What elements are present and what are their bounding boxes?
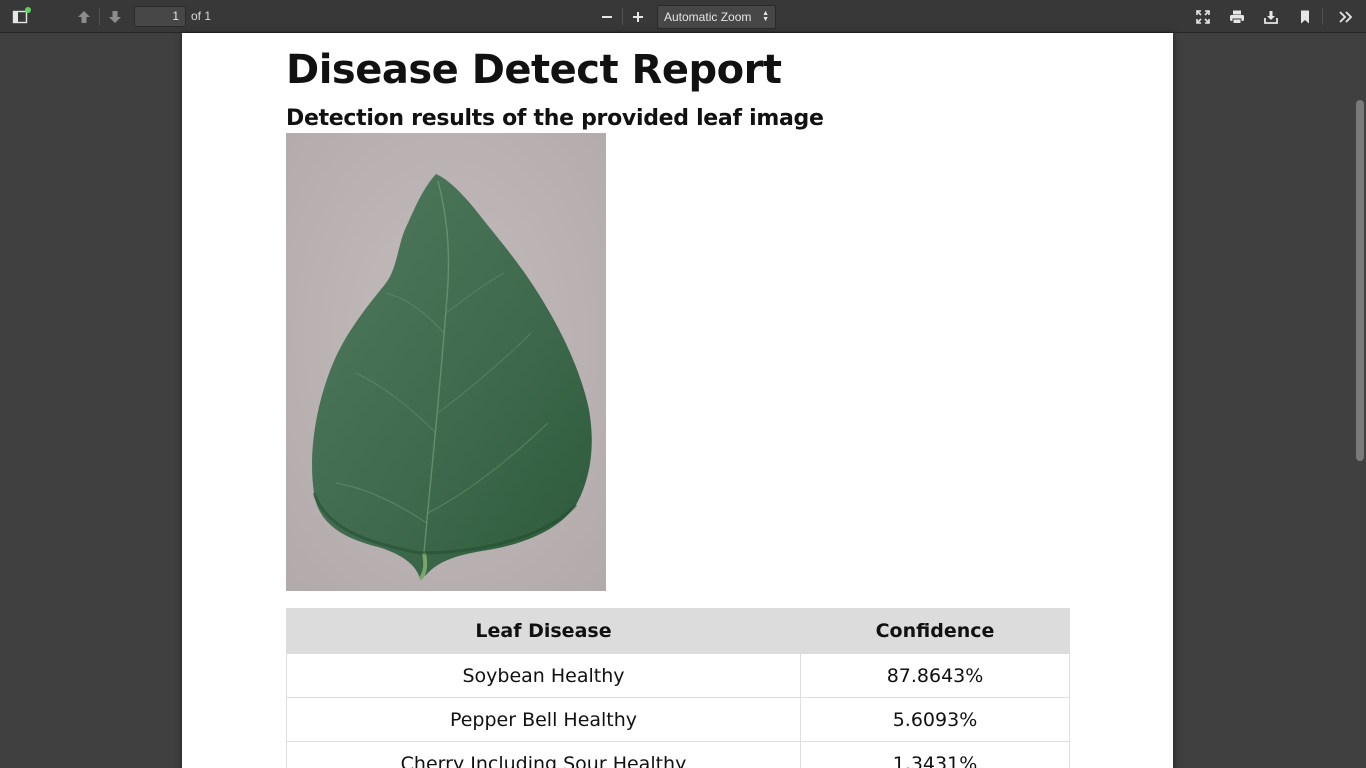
- download-icon: [1264, 10, 1278, 24]
- toolbar-separator: [622, 8, 623, 25]
- header-leaf-disease: Leaf Disease: [286, 608, 801, 654]
- confidence-cell: 1.3431%: [800, 741, 1070, 768]
- header-confidence: Confidence: [800, 608, 1070, 654]
- next-page-icon: [109, 10, 121, 23]
- zoom-in-icon: [633, 11, 643, 22]
- zoom-out-icon: [602, 15, 612, 18]
- zoom-in-button[interactable]: [625, 4, 651, 29]
- page-count-label: of 1: [191, 9, 212, 23]
- tools-button[interactable]: [1333, 4, 1359, 29]
- tools-icon: [1339, 10, 1353, 23]
- previous-page-button[interactable]: [71, 4, 97, 29]
- status-dot: [25, 7, 31, 13]
- table-row: Pepper Bell Healthy 5.6093%: [286, 697, 1070, 742]
- download-button[interactable]: [1258, 4, 1284, 29]
- next-page-button[interactable]: [102, 4, 128, 29]
- print-button[interactable]: [1224, 4, 1250, 29]
- page-number-input[interactable]: 1: [134, 6, 186, 27]
- bookmark-button[interactable]: [1292, 4, 1318, 29]
- pdf-toolbar: 1 of 1 Automatic Zoom ▲ ▼: [0, 0, 1366, 33]
- zoom-select[interactable]: Automatic Zoom ▲ ▼: [657, 5, 776, 29]
- bookmark-icon: [1301, 10, 1309, 23]
- confidence-cell: 87.8643%: [800, 653, 1070, 698]
- results-table: Leaf Disease Confidence Soybean Healthy …: [286, 608, 1070, 768]
- table-row: Cherry Including Sour Healthy 1.3431%: [286, 741, 1070, 768]
- zoom-select-value: Automatic Zoom: [664, 10, 752, 24]
- previous-page-icon: [78, 10, 90, 23]
- confidence-cell: 5.6093%: [800, 697, 1070, 742]
- chevron-updown-icon: ▲ ▼: [762, 10, 769, 23]
- zoom-out-button[interactable]: [594, 4, 620, 29]
- toolbar-separator: [1322, 8, 1323, 25]
- presentation-mode-icon: [1196, 9, 1210, 24]
- disease-cell: Pepper Bell Healthy: [286, 697, 801, 742]
- table-header-row: Leaf Disease Confidence: [286, 608, 1070, 654]
- leaf-image: [286, 133, 606, 591]
- table-row: Soybean Healthy 87.8643%: [286, 653, 1070, 698]
- toolbar-separator: [99, 8, 100, 25]
- pdf-page: Disease Detect Report Detection results …: [182, 33, 1173, 768]
- print-icon: [1230, 10, 1244, 24]
- scrollbar-thumb[interactable]: [1356, 100, 1364, 461]
- presentation-mode-button[interactable]: [1190, 4, 1216, 29]
- disease-cell: Cherry Including Sour Healthy: [286, 741, 801, 768]
- report-title: Disease Detect Report: [286, 47, 782, 93]
- report-subtitle: Detection results of the provided leaf i…: [286, 106, 824, 131]
- disease-cell: Soybean Healthy: [286, 653, 801, 698]
